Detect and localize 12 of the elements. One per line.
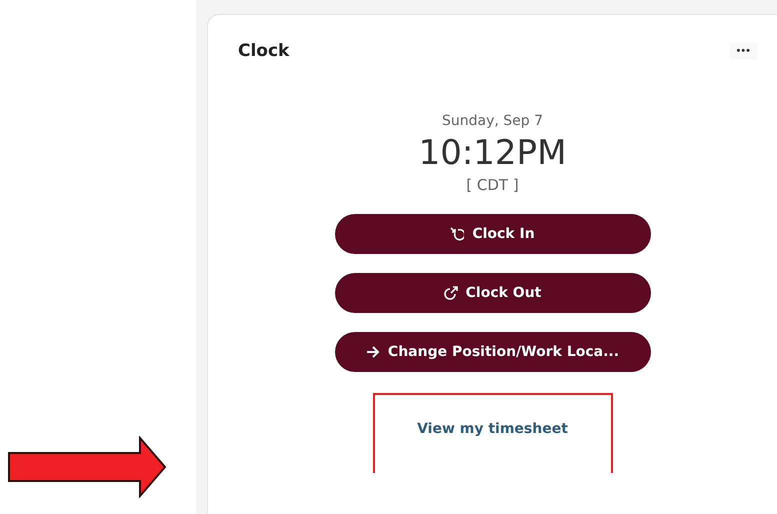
arrow-right-icon [366,346,380,358]
clock-arrow-icon [450,227,464,242]
more-button[interactable]: ••• [730,43,757,59]
change-position-button[interactable]: Change Position/Work Loca... [334,332,650,372]
timezone-text: [ CDT ] [466,176,519,194]
timesheet-link[interactable]: View my timesheet [417,421,568,440]
time-text: 10:12PM [418,135,566,172]
card-title: Clock [238,41,290,61]
clock-arrow-icon [444,286,458,300]
date-text: Sunday, Sep 7 [442,113,544,129]
clock-out-button[interactable]: Clock Out [334,273,650,314]
clock-in-button[interactable]: Clock In [334,214,650,254]
